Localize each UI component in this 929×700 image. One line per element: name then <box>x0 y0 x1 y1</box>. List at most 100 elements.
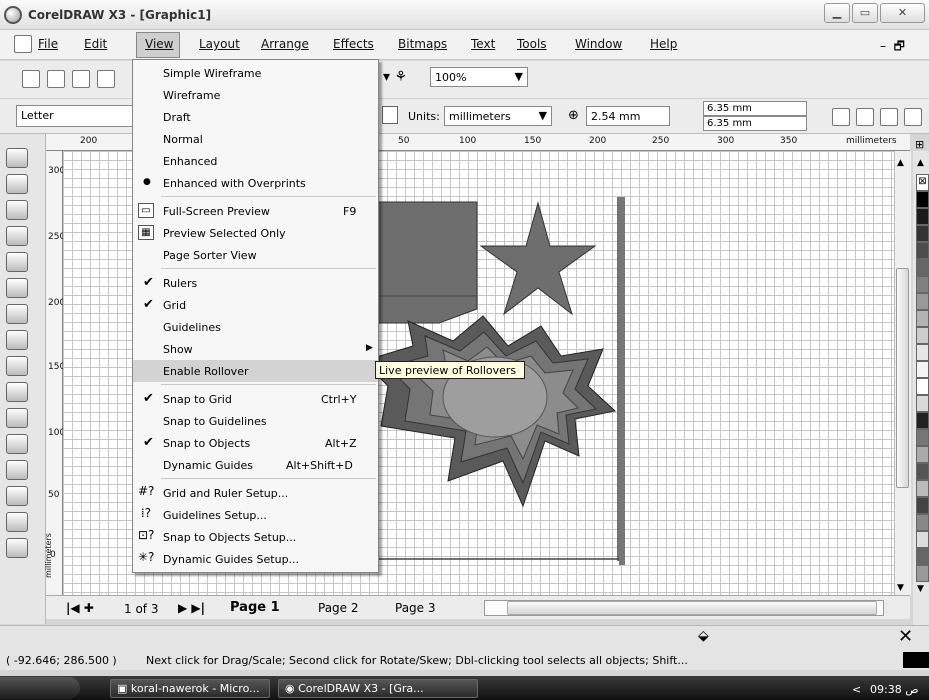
menu-item-dynamic-guides-setup[interactable]: ✳? Dynamic Guides Setup... <box>133 548 378 570</box>
color-swatch[interactable] <box>916 497 929 514</box>
color-swatch[interactable] <box>916 276 929 293</box>
outline-tool-icon[interactable] <box>6 486 28 506</box>
app-launcher-icon[interactable]: ▾ ⚘ <box>383 69 407 85</box>
tab-page-2[interactable]: Page 2 <box>318 601 359 615</box>
open-icon[interactable] <box>47 70 65 88</box>
color-swatch[interactable] <box>916 429 929 446</box>
color-swatch[interactable] <box>916 565 929 582</box>
menu-item-guidelines[interactable]: Guidelines <box>133 316 378 338</box>
color-swatch[interactable] <box>916 208 929 225</box>
color-swatch[interactable] <box>916 463 929 480</box>
scroll-up-icon[interactable]: ▲ <box>897 158 904 168</box>
vertical-ruler[interactable] <box>46 151 63 595</box>
doc-restore-icon[interactable]: – 🗗 <box>880 37 905 58</box>
color-swatch[interactable] <box>916 310 929 327</box>
menu-arrange[interactable]: Arrange <box>261 37 309 51</box>
new-icon[interactable] <box>22 70 40 88</box>
taskbar-item-coreldraw[interactable]: ◉ CorelDRAW X3 - [Gra... <box>278 679 478 698</box>
menu-file[interactable]: File <box>38 37 58 51</box>
menu-help[interactable]: Help <box>650 37 677 51</box>
extrude-tool-icon[interactable] <box>6 434 28 454</box>
nudge-distance-field[interactable]: 2.54 mm <box>586 106 670 126</box>
pick-tool-icon[interactable] <box>6 148 28 168</box>
color-swatch[interactable] <box>916 242 929 259</box>
landscape-icon[interactable] <box>382 106 398 124</box>
menu-item-grid[interactable]: ✔ Grid <box>133 294 378 316</box>
color-swatch[interactable] <box>916 446 929 463</box>
freehand-tool-icon[interactable] <box>6 252 28 272</box>
menu-item-show[interactable]: Show ▶ <box>133 338 378 360</box>
spiral-tool-icon[interactable] <box>6 356 28 376</box>
menu-item-draft[interactable]: Draft <box>133 106 378 128</box>
smart-fill-tool-icon[interactable] <box>6 278 28 298</box>
menu-item-snap-to-guidelines[interactable]: Snap to Guidelines <box>133 410 378 432</box>
start-button[interactable] <box>0 677 80 699</box>
vertical-scrollbar-thumb[interactable] <box>896 268 909 488</box>
menu-window[interactable]: Window <box>575 37 622 51</box>
menu-item-snap-objects-setup[interactable]: ⊡? Snap to Objects Setup... <box>133 526 378 548</box>
menu-effects[interactable]: Effects <box>333 37 374 51</box>
color-swatch[interactable] <box>916 293 929 310</box>
color-swatch[interactable] <box>916 412 929 429</box>
eyedropper-tool-icon[interactable] <box>6 460 28 480</box>
menu-item-dynamic-guides[interactable]: Dynamic Guides Alt+Shift+D <box>133 454 378 476</box>
color-swatch[interactable] <box>916 395 929 412</box>
color-swatch[interactable] <box>916 480 929 497</box>
menu-item-page-sorter[interactable]: Page Sorter View <box>133 244 378 266</box>
scroll-down-icon[interactable]: ▼ <box>897 583 904 593</box>
menu-item-wireframe[interactable]: Wireframe <box>133 84 378 106</box>
duplicate-y-field[interactable]: 6.35 mm <box>703 116 807 131</box>
menu-view[interactable]: View <box>145 37 173 51</box>
palette-options-icon[interactable]: ⊞ <box>915 138 924 151</box>
palette-scroll-up-icon[interactable]: ▲ <box>917 158 924 168</box>
menu-item-normal[interactable]: Normal <box>133 128 378 150</box>
document-icon[interactable] <box>14 35 32 53</box>
draw-object-as-selected-icon[interactable] <box>856 108 874 126</box>
no-color-swatch[interactable]: ⊠ <box>916 174 929 191</box>
menu-item-grid-ruler-setup[interactable]: #? Grid and Ruler Setup... <box>133 482 378 504</box>
snap-grid-icon[interactable] <box>832 108 850 126</box>
chevron-left-icon[interactable]: < <box>852 683 861 696</box>
outline-color-swatch[interactable] <box>903 652 929 668</box>
menu-item-snap-to-objects[interactable]: ✔ Snap to Objects Alt+Z <box>133 432 378 454</box>
color-swatch[interactable] <box>916 548 929 565</box>
interactive-fill-tool-icon[interactable] <box>6 538 28 558</box>
horizontal-scrollbar-thumb[interactable] <box>507 601 877 615</box>
menu-item-enhanced-overprints[interactable]: ● Enhanced with Overprints <box>133 172 378 194</box>
page-options-icon[interactable] <box>904 108 922 126</box>
zoom-level-field[interactable]: 100% ▼ <box>430 67 528 87</box>
color-swatch[interactable] <box>916 378 929 395</box>
tab-page-1[interactable]: Page 1 <box>230 600 280 615</box>
color-swatch[interactable] <box>916 327 929 344</box>
color-swatch[interactable] <box>916 259 929 276</box>
first-page-icon[interactable]: |◀ ✚ <box>66 601 94 615</box>
menu-edit[interactable]: Edit <box>84 37 107 51</box>
menu-layout[interactable]: Layout <box>199 37 240 51</box>
duplicate-x-field[interactable]: 6.35 mm <box>703 101 807 116</box>
fill-tool-icon[interactable] <box>6 512 28 532</box>
palette-scroll-down-icon[interactable]: ▼ <box>917 584 924 594</box>
paper-size-field[interactable]: Letter <box>16 105 136 127</box>
save-icon[interactable] <box>72 70 90 88</box>
no-fill-icon[interactable]: ✕ <box>898 626 913 647</box>
menu-item-guidelines-setup[interactable]: ⁞? Guidelines Setup... <box>133 504 378 526</box>
text-tool-icon[interactable] <box>6 408 28 428</box>
menu-tools[interactable]: Tools <box>517 37 547 51</box>
menu-text[interactable]: Text <box>471 37 495 51</box>
basic-shapes-tool-icon[interactable] <box>6 382 28 402</box>
maximize-button[interactable]: ▭ <box>852 3 878 23</box>
shape-tool-icon[interactable] <box>6 174 28 194</box>
taskbar-item-word[interactable]: ▣ koral-nawerok - Micro... <box>110 679 270 698</box>
color-swatch[interactable] <box>916 514 929 531</box>
next-page-icon[interactable]: ▶ ▶| <box>178 601 205 615</box>
color-swatch[interactable] <box>916 344 929 361</box>
menu-item-enhanced[interactable]: Enhanced <box>133 150 378 172</box>
menu-item-simple-wireframe[interactable]: Simple Wireframe <box>133 62 378 84</box>
menu-item-full-screen-preview[interactable]: ▭ Full-Screen Preview F9 <box>133 200 378 222</box>
treat-as-filled-icon[interactable] <box>880 108 898 126</box>
color-swatch[interactable] <box>916 225 929 242</box>
color-swatch[interactable] <box>916 361 929 378</box>
menu-bitmaps[interactable]: Bitmaps <box>398 37 447 51</box>
crop-tool-icon[interactable] <box>6 200 28 220</box>
menu-item-preview-selected[interactable]: ▦ Preview Selected Only <box>133 222 378 244</box>
